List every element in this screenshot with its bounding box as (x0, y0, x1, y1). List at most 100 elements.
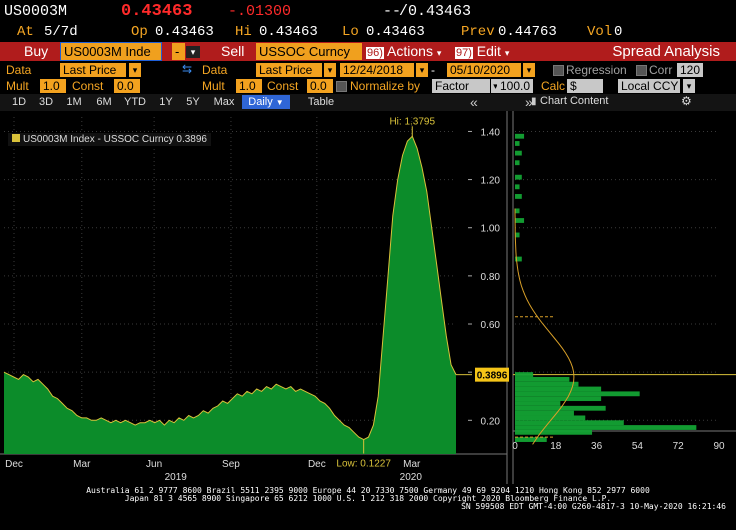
at-label: At (17, 24, 34, 40)
tab-table[interactable]: Table (304, 95, 338, 109)
hist-x-tick-label: 90 (713, 441, 725, 452)
hist-bar (515, 391, 640, 397)
gear-icon[interactable]: ⚙ (681, 94, 692, 108)
tab-1d[interactable]: 1D (8, 95, 30, 109)
actions-label: Actions (387, 43, 433, 59)
tab-ytd[interactable]: YTD (122, 95, 148, 109)
at-value: 5/7d (44, 24, 78, 40)
y-tick-label: 1.40 (481, 127, 501, 138)
hist-bar (515, 396, 602, 402)
const2-label: Const (267, 79, 299, 93)
volume-value: 0 (614, 24, 623, 40)
chart-legend: US0003M Index - USSOC Curncy 0.3896 (8, 133, 211, 146)
data1-label: Data (6, 63, 32, 77)
x-year-label: 2020 (400, 472, 423, 483)
tab-1m[interactable]: 1M (63, 95, 85, 109)
data1-select[interactable]: Last Price (60, 63, 126, 77)
daily-label: Daily (248, 96, 273, 108)
prev-label: Prev (461, 24, 495, 40)
tab-5y[interactable]: 5Y (182, 95, 204, 109)
hist-x-tick-label: 72 (673, 441, 685, 452)
y-tick-label: 0.80 (481, 272, 501, 283)
buy-button[interactable]: Buy (24, 43, 48, 59)
actions-menu[interactable]: 96) Actions ▾ (366, 43, 441, 59)
hist-bar (515, 415, 586, 421)
factor-input[interactable]: 100.0 (497, 79, 533, 93)
security1-dropdown-icon[interactable]: ▾ (186, 46, 200, 58)
normalize-select[interactable]: Factor (432, 79, 490, 93)
mult1-label: Mult (6, 79, 29, 93)
tab-max[interactable]: Max (210, 95, 238, 109)
normalize-checkbox[interactable] (336, 81, 347, 92)
const1-input[interactable]: 0.0 (114, 79, 140, 93)
x-tick-label: Dec (308, 459, 326, 470)
hist-bar (515, 372, 534, 377)
const1-label: Const (72, 79, 104, 93)
y-tick-label: 0.20 (481, 416, 501, 427)
const2-input[interactable]: 0.0 (307, 79, 333, 93)
regression-checkbox[interactable] (553, 65, 564, 76)
chevron-down-icon[interactable]: ▾ (324, 63, 336, 77)
swap-icon[interactable]: ⇆ (182, 62, 192, 76)
hist-bar (515, 386, 602, 392)
tab-3d[interactable]: 3D (35, 95, 57, 109)
actions-number: 96) (366, 47, 384, 59)
hist-bar (515, 401, 561, 406)
date-separator: - (431, 63, 435, 77)
mult1-input[interactable]: 1.0 (40, 79, 66, 93)
x-year-label: 2019 (165, 472, 188, 483)
x-tick-label: Dec (5, 459, 23, 470)
calendar-icon[interactable]: ▾ (523, 63, 535, 77)
hist-bar (515, 141, 520, 146)
ticker: US0003M (4, 3, 68, 20)
end-date-input[interactable]: 05/10/2020 (447, 63, 521, 77)
calc-label: Calc (541, 79, 566, 93)
hi-label: Hi: 1.3795 (389, 116, 435, 127)
high-label: Hi (235, 24, 252, 40)
corr-input[interactable]: 120 (677, 63, 703, 77)
calendar-icon[interactable]: ▾ (416, 63, 428, 77)
hist-bar (515, 425, 697, 430)
start-date-input[interactable]: 12/24/2018 (340, 63, 414, 77)
current-value-label: 0.3896 (477, 371, 508, 382)
hist-x-tick-label: 0 (512, 441, 518, 452)
corr-checkbox[interactable] (636, 65, 647, 76)
x-tick-label: Sep (222, 459, 240, 470)
range-value: /0.43463 (399, 3, 472, 20)
low-label: Low: 0.1227 (336, 459, 391, 470)
hist-bar (515, 218, 525, 223)
currency-select[interactable]: Local CCY (618, 79, 680, 93)
chevron-down-icon: ▾ (436, 48, 442, 58)
mult2-label: Mult (202, 79, 225, 93)
y-tick-label: 1.20 (481, 176, 501, 187)
hist-x-tick-label: 54 (632, 441, 644, 452)
chevron-down-icon[interactable]: ▾ (129, 63, 141, 77)
edit-menu[interactable]: 97) Edit ▾ (455, 43, 509, 59)
tab-6m[interactable]: 6M (92, 95, 116, 109)
hist-bar (515, 410, 574, 416)
tab-1y[interactable]: 1Y (155, 95, 177, 109)
net-change: -.01300 (228, 3, 292, 20)
normalize-label: Normalize by (350, 79, 421, 93)
hist-bar (515, 429, 593, 435)
chevron-down-icon: ▾ (504, 48, 510, 58)
open-label: Op (131, 24, 148, 40)
edit-number: 97) (455, 47, 473, 59)
data2-select[interactable]: Last Price (256, 63, 322, 77)
y-tick-label: 1.00 (481, 224, 501, 235)
mult2-input[interactable]: 1.0 (236, 79, 262, 93)
corr-label: Corr (649, 63, 673, 77)
spread-chart: 1.401.201.000.800.600.400.20DecMarJunSep… (0, 111, 736, 484)
tab-daily[interactable]: Daily ▼ (242, 95, 290, 109)
sell-button[interactable]: Sell (221, 43, 244, 59)
volume-label: Vol (587, 24, 613, 40)
chevron-down-icon: ▼ (275, 98, 284, 107)
chevron-down-icon[interactable]: ▾ (683, 79, 695, 93)
prev-value: 0.44763 (498, 24, 557, 40)
chart-content-label[interactable]: Chart Content (540, 95, 608, 107)
collapse-icon[interactable]: « (470, 94, 478, 110)
calc-select[interactable]: $ (567, 79, 603, 93)
security2-input[interactable]: USSOC Curncy (256, 43, 362, 60)
security1-dash[interactable]: - (172, 43, 185, 60)
security1-input[interactable]: US0003M Inde (60, 42, 162, 61)
